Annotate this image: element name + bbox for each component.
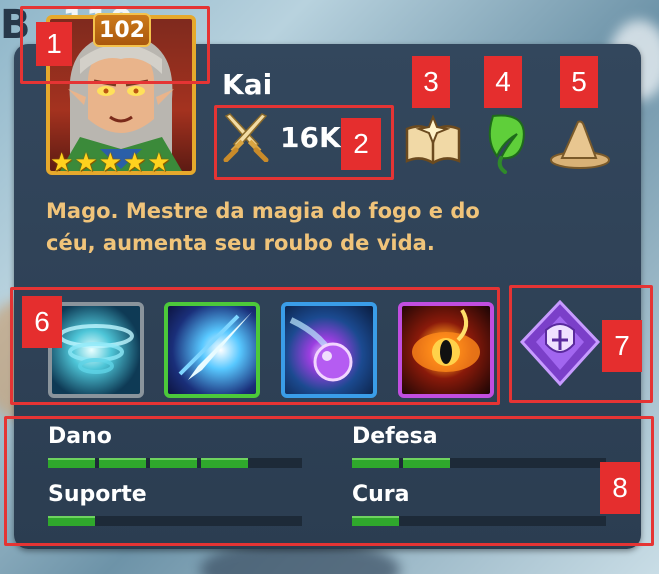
- annotation-tag-7: 7: [602, 320, 642, 372]
- hero-star-rating: ★ ★ ★ ★ ★: [50, 150, 171, 176]
- hero-description: Mago. Mestre da magia do fogo e do céu, …: [46, 195, 506, 259]
- star-icon: ★: [98, 148, 122, 178]
- annotation-tag-8: 8: [600, 462, 640, 514]
- annotation-tag-4: 4: [484, 56, 522, 108]
- annotation-tag-6: 6: [22, 296, 62, 348]
- wizard-hat-icon: [550, 120, 610, 169]
- star-icon: ★: [147, 148, 171, 178]
- annotation-box-8: [4, 416, 654, 546]
- leaf-icon: [488, 114, 525, 174]
- annotation-box-6: [10, 287, 500, 405]
- annotation-tag-2: 2: [341, 118, 381, 170]
- hero-description-line: céu, aumenta seu roubo de vida.: [46, 231, 435, 255]
- star-icon: ★: [74, 148, 98, 178]
- annotation-tag-5: 5: [560, 56, 598, 108]
- star-icon: ★: [50, 148, 74, 178]
- open-book-icon: [405, 114, 461, 165]
- hero-description-line: Mago. Mestre da magia do fogo e do: [46, 199, 480, 223]
- annotation-tag-3: 3: [412, 56, 450, 108]
- faction-icon-button[interactable]: [483, 108, 533, 178]
- class-icon-button[interactable]: [548, 118, 612, 174]
- annotation-tag-1: 1: [36, 22, 72, 66]
- lore-button[interactable]: [403, 114, 463, 171]
- star-icon: ★: [122, 148, 147, 178]
- hero-name: Kai: [222, 68, 273, 101]
